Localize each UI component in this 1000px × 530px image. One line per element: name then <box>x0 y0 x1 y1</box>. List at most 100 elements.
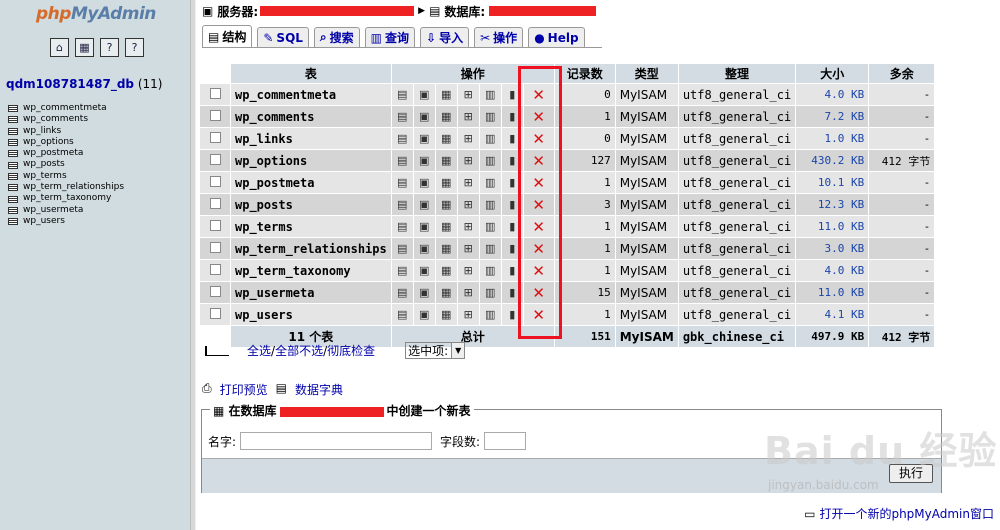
structure-icon[interactable]: ▣ <box>413 172 435 193</box>
check-all-link[interactable]: 全选 <box>247 342 271 359</box>
empty-icon[interactable]: ▥ <box>479 106 501 127</box>
search-icon[interactable]: ▦ <box>435 216 457 237</box>
structure-icon[interactable]: ▣ <box>413 216 435 237</box>
empty-icon[interactable]: ▥ <box>479 150 501 171</box>
empty-icon[interactable]: ▥ <box>479 84 501 105</box>
browse-icon[interactable]: ▤ <box>391 260 413 281</box>
table-name-link[interactable]: wp_usermeta <box>231 282 391 303</box>
structure-icon[interactable]: ▣ <box>413 194 435 215</box>
tab-import[interactable]: ⇩ 导入 <box>420 27 470 47</box>
browse-icon[interactable]: ▤ <box>391 238 413 259</box>
sidebar-table-item[interactable]: wp_postmeta <box>8 148 124 159</box>
row-checkbox[interactable] <box>209 197 221 209</box>
sidebar-table-item[interactable]: wp_posts <box>8 159 124 170</box>
table-name-link[interactable]: wp_options <box>231 150 391 171</box>
insert-icon[interactable]: ⊞ <box>457 128 479 149</box>
browse-icon[interactable]: ▤ <box>391 106 413 127</box>
empty-icon[interactable]: ▥ <box>479 260 501 281</box>
header-size[interactable]: 大小 <box>796 64 869 83</box>
table-name-link[interactable]: wp_links <box>231 128 391 149</box>
search-icon[interactable]: ▦ <box>435 150 457 171</box>
field-count-input[interactable] <box>484 432 527 450</box>
tab-structure[interactable]: ▤ 结构 <box>202 25 253 47</box>
empty-icon[interactable]: ▥ <box>479 216 501 237</box>
structure-icon[interactable]: ▣ <box>413 106 435 127</box>
header-table[interactable]: 表 <box>231 64 391 83</box>
insert-icon[interactable]: ⊞ <box>457 304 479 325</box>
table-name-link[interactable]: wp_term_taxonomy <box>231 260 391 281</box>
empty-icon[interactable]: ▥ <box>479 304 501 325</box>
insert-icon[interactable]: ⊞ <box>457 260 479 281</box>
sidebar-table-item[interactable]: wp_comments <box>8 114 124 125</box>
insert-icon[interactable]: ⊞ <box>457 282 479 303</box>
data-dictionary-link[interactable]: 数据字典 <box>295 381 343 398</box>
structure-icon[interactable]: ▣ <box>413 260 435 281</box>
empty-icon[interactable]: ▥ <box>479 238 501 259</box>
row-checkbox[interactable] <box>209 131 221 143</box>
table-name-link[interactable]: wp_comments <box>231 106 391 127</box>
empty-icon[interactable]: ▥ <box>479 172 501 193</box>
insert-icon[interactable]: ⊞ <box>457 84 479 105</box>
table-name-link[interactable]: wp_commentmeta <box>231 84 391 105</box>
browse-icon[interactable]: ▤ <box>391 172 413 193</box>
sidebar-table-item[interactable]: wp_term_taxonomy <box>8 193 124 204</box>
search-icon[interactable]: ▦ <box>435 106 457 127</box>
check-overhead-link[interactable]: 彻底检查 <box>327 342 375 359</box>
sidebar-table-item[interactable]: wp_usermeta <box>8 205 124 216</box>
empty-icon[interactable]: ▥ <box>479 282 501 303</box>
browse-icon[interactable]: ▤ <box>391 150 413 171</box>
structure-icon[interactable]: ▣ <box>413 150 435 171</box>
docs-icon[interactable]: ? <box>100 38 119 57</box>
search-icon[interactable]: ▦ <box>435 304 457 325</box>
browse-icon[interactable]: ▤ <box>391 84 413 105</box>
search-icon[interactable]: ▦ <box>435 282 457 303</box>
header-records[interactable]: 记录数 <box>554 64 615 83</box>
tab-search[interactable]: ⌕ 搜索 <box>313 27 360 47</box>
phpmyadmin-logo[interactable]: phpMyAdmin <box>36 4 156 24</box>
browse-icon[interactable]: ▤ <box>391 216 413 237</box>
structure-icon[interactable]: ▣ <box>413 238 435 259</box>
sidebar-table-item[interactable]: wp_term_relationships <box>8 182 124 193</box>
row-checkbox[interactable] <box>209 219 221 231</box>
search-icon[interactable]: ▦ <box>435 194 457 215</box>
insert-icon[interactable]: ⊞ <box>457 238 479 259</box>
mysql-docs-icon[interactable]: ? <box>125 38 144 57</box>
structure-icon[interactable]: ▣ <box>413 282 435 303</box>
new-window-link[interactable]: 打开一个新的phpMyAdmin窗口 <box>819 505 994 522</box>
browse-icon[interactable]: ▤ <box>391 128 413 149</box>
row-checkbox[interactable] <box>209 307 221 319</box>
sidebar-table-item[interactable]: wp_terms <box>8 171 124 182</box>
tab-operations[interactable]: ✂ 操作 <box>474 27 524 47</box>
print-preview-link[interactable]: 打印预览 <box>220 381 268 398</box>
structure-icon[interactable]: ▣ <box>413 304 435 325</box>
insert-icon[interactable]: ⊞ <box>457 150 479 171</box>
sidebar-table-item[interactable]: wp_links <box>8 126 124 137</box>
insert-icon[interactable]: ⊞ <box>457 106 479 127</box>
table-name-link[interactable]: wp_terms <box>231 216 391 237</box>
sidebar-table-item[interactable]: wp_users <box>8 216 124 227</box>
tab-query[interactable]: ▥ 查询 <box>364 27 416 47</box>
home-icon[interactable]: ⌂ <box>50 38 69 57</box>
empty-icon[interactable]: ▥ <box>479 128 501 149</box>
sidebar-table-item[interactable]: wp_options <box>8 137 124 148</box>
search-icon[interactable]: ▦ <box>435 172 457 193</box>
row-checkbox[interactable] <box>209 263 221 275</box>
browse-icon[interactable]: ▤ <box>391 194 413 215</box>
row-checkbox[interactable] <box>209 87 221 99</box>
search-icon[interactable]: ▦ <box>435 84 457 105</box>
browse-icon[interactable]: ▤ <box>391 282 413 303</box>
db-title[interactable]: qdm108781487_db (11) <box>6 77 162 91</box>
tab-sql[interactable]: ✎ SQL <box>257 27 309 47</box>
structure-icon[interactable]: ▣ <box>413 84 435 105</box>
search-icon[interactable]: ▦ <box>435 238 457 259</box>
insert-icon[interactable]: ⊞ <box>457 216 479 237</box>
row-checkbox[interactable] <box>209 153 221 165</box>
empty-icon[interactable]: ▥ <box>479 194 501 215</box>
with-selected-dropdown[interactable]: 选中项: ▼ <box>405 342 466 359</box>
search-icon[interactable]: ▦ <box>435 128 457 149</box>
tab-help[interactable]: ● Help <box>528 27 585 47</box>
table-name-link[interactable]: wp_users <box>231 304 391 325</box>
table-name-link[interactable]: wp_term_relationships <box>231 238 391 259</box>
row-checkbox[interactable] <box>209 175 221 187</box>
table-name-link[interactable]: wp_posts <box>231 194 391 215</box>
